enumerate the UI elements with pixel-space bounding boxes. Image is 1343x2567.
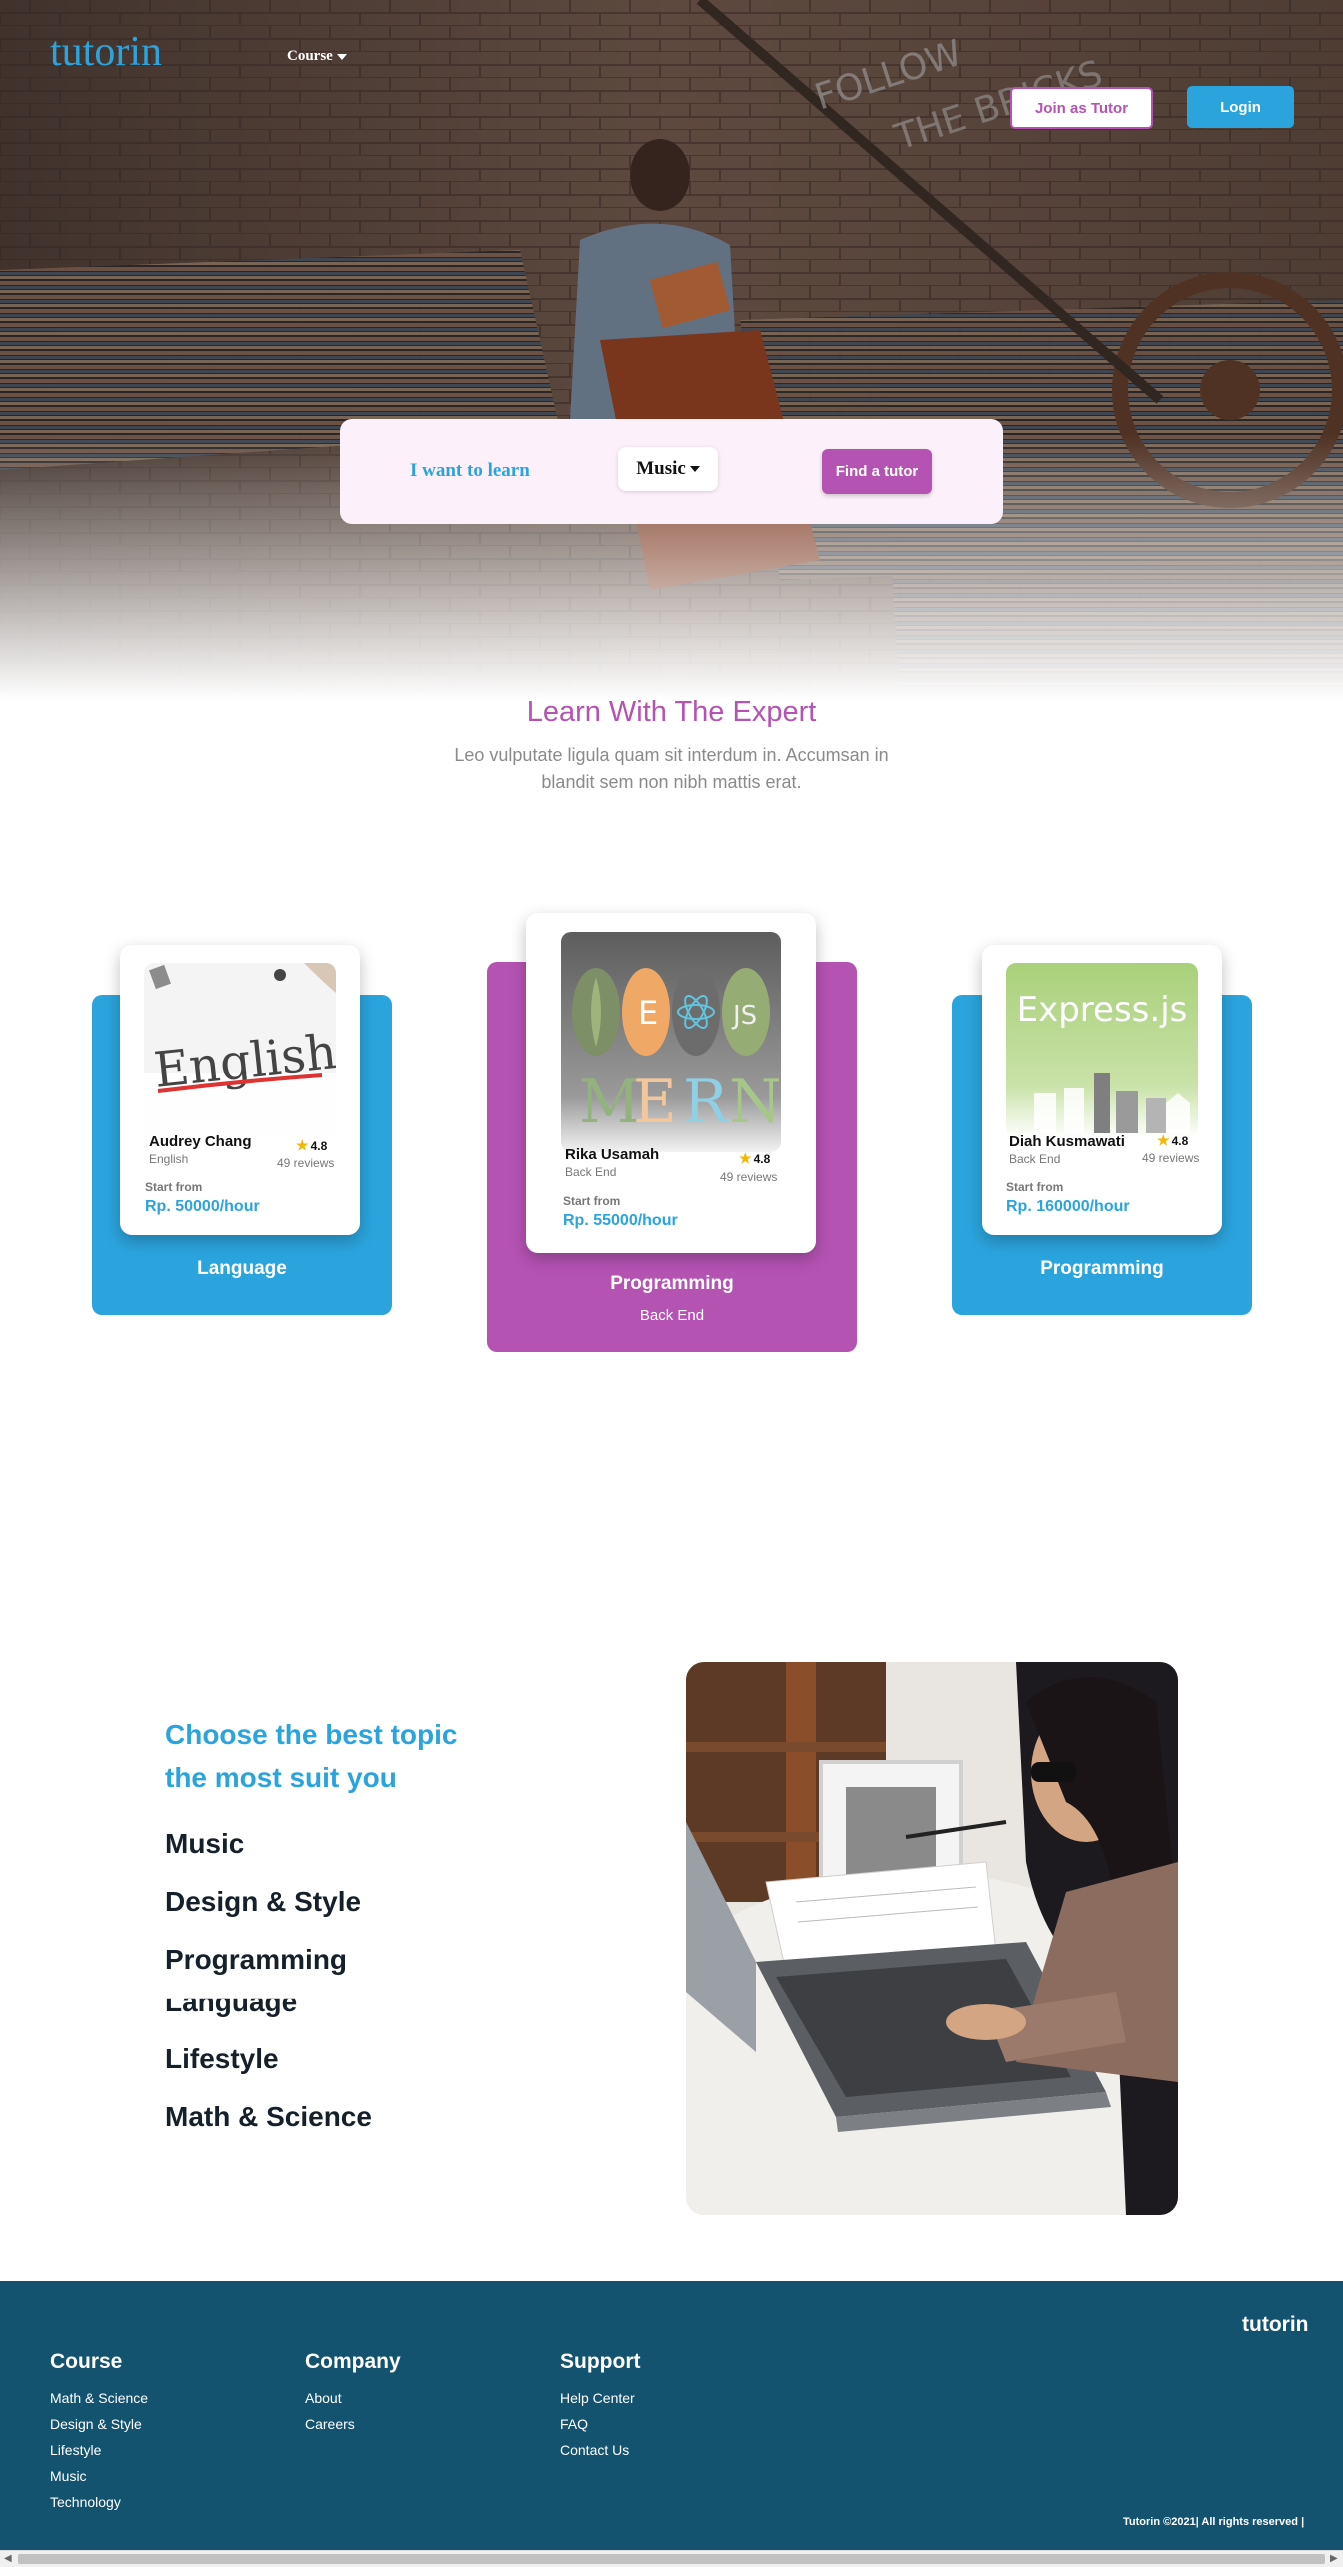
tutor-rating: ★ 4.8 xyxy=(739,1150,770,1167)
horizontal-scrollbar[interactable]: ◀ ▶ xyxy=(0,2550,1343,2567)
topic-item-design-style[interactable]: Design & Style xyxy=(165,1886,361,1918)
star-icon: ★ xyxy=(739,1150,752,1166)
tutor-card[interactable]: Express.js Diah Kusmawati Back End ★ 4.8 … xyxy=(982,945,1222,1235)
review-count: 49 reviews xyxy=(277,1156,335,1170)
footer-heading-course: Course xyxy=(50,2350,123,2373)
footer-link[interactable]: Math & Science xyxy=(50,2390,148,2406)
rating-value: 4.8 xyxy=(310,1139,328,1153)
tutor-name: Audrey Chang xyxy=(149,1133,252,1150)
price-label: Start from xyxy=(145,1180,203,1194)
review-count: 49 reviews xyxy=(720,1170,778,1184)
hero-section: FOLLOW THE BRICKS tutorin Course Join as… xyxy=(0,0,1343,700)
footer-link[interactable]: FAQ xyxy=(560,2416,588,2432)
search-panel: I want to learn Music Find a tutor xyxy=(340,419,1003,524)
section-title: Learn With The Expert xyxy=(526,696,817,728)
topic-item-programming[interactable]: Programming xyxy=(165,1944,347,1976)
category-label: Programming xyxy=(610,1273,734,1294)
review-count: 49 reviews xyxy=(1142,1151,1200,1165)
section-subtitle: Leo vulputate ligula quam sit interdum i… xyxy=(454,745,889,792)
svg-text:Express.js: Express.js xyxy=(1017,990,1188,1030)
price-value: Rp. 50000/hour xyxy=(145,1198,260,1215)
english-course-image: English xyxy=(144,963,336,1138)
footer-heading-support: Support xyxy=(560,2350,641,2373)
price-label: Start from xyxy=(563,1194,621,1208)
footer: tutorin Course Math & Science Design & S… xyxy=(0,2281,1343,2550)
footer-link[interactable]: Design & Style xyxy=(50,2416,142,2432)
search-label: I want to learn xyxy=(410,460,530,481)
copyright-text: Tutorin ©2021| All rights reserved | xyxy=(1123,2516,1305,2528)
footer-link[interactable]: About xyxy=(305,2390,342,2406)
subject-select-value: Music xyxy=(636,458,686,479)
footer-brand-logo[interactable]: tutorin xyxy=(1242,2313,1308,2337)
svg-text:JS: JS xyxy=(731,1001,757,1031)
expressjs-course-image: Express.js xyxy=(1006,963,1198,1138)
svg-text:M: M xyxy=(579,1067,640,1137)
category-sublabel: Back End xyxy=(639,1307,705,1324)
rating-value: 4.8 xyxy=(753,1152,771,1166)
star-icon: ★ xyxy=(296,1137,309,1153)
footer-link[interactable]: Technology xyxy=(50,2494,121,2510)
brand-logo[interactable]: tutorin xyxy=(50,28,162,76)
tutor-card[interactable]: E JS M E R N Rika Usamah Back End ★ 4.8 4… xyxy=(526,913,816,1253)
find-tutor-button[interactable]: Find a tutor xyxy=(822,449,932,494)
category-label: Programming xyxy=(1040,1258,1164,1279)
topic-item-language[interactable]: Language xyxy=(165,1999,297,2018)
join-as-tutor-button[interactable]: Join as Tutor xyxy=(1010,87,1153,129)
tutor-subject: Back End xyxy=(565,1165,617,1179)
chevron-down-icon xyxy=(336,53,347,60)
tutor-subject: Back End xyxy=(1009,1152,1061,1166)
price-label: Start from xyxy=(1006,1180,1064,1194)
tutor-rating: ★ 4.8 xyxy=(296,1137,327,1154)
price-value: Rp. 160000/hour xyxy=(1006,1198,1130,1215)
course-dropdown-label: Course xyxy=(287,48,333,64)
category-label: Language xyxy=(197,1258,287,1279)
footer-link[interactable]: Help Center xyxy=(560,2390,635,2406)
price-value: Rp. 55000/hour xyxy=(563,1212,678,1229)
topic-item-lifestyle[interactable]: Lifestyle xyxy=(165,2043,279,2075)
star-icon: ★ xyxy=(1157,1132,1170,1148)
scroll-right-arrow-icon[interactable]: ▶ xyxy=(1330,2553,1338,2564)
scrollbar-thumb[interactable] xyxy=(18,2554,1325,2564)
topic-item-math-science[interactable]: Math & Science xyxy=(165,2101,372,2133)
tutor-name: Diah Kusmawati xyxy=(1009,1133,1125,1150)
topic-item-music[interactable]: Music xyxy=(165,1828,244,1860)
student-laptop-photo xyxy=(686,1662,1178,2215)
footer-link[interactable]: Lifestyle xyxy=(50,2442,101,2458)
footer-heading-company: Company xyxy=(305,2350,401,2373)
tutor-name: Rika Usamah xyxy=(565,1146,660,1163)
rating-value: 4.8 xyxy=(1171,1134,1189,1148)
footer-link[interactable]: Music xyxy=(50,2468,87,2484)
mern-course-image: E JS M E R N xyxy=(561,932,781,1152)
tutor-rating: ★ 4.8 xyxy=(1157,1132,1188,1149)
login-button[interactable]: Login xyxy=(1187,86,1294,128)
course-dropdown[interactable]: Course xyxy=(287,48,347,65)
tutor-subject: English xyxy=(149,1152,189,1166)
svg-text:E: E xyxy=(638,994,658,1032)
svg-text:N: N xyxy=(729,1067,781,1137)
navbar: tutorin Course Join as Tutor Login xyxy=(0,0,1343,129)
footer-link[interactable]: Careers xyxy=(305,2416,355,2432)
chevron-down-icon xyxy=(689,466,700,472)
tutor-card[interactable]: English Audrey Chang English ★ 4.8 49 rev… xyxy=(120,945,360,1235)
svg-text:R: R xyxy=(683,1067,730,1137)
footer-link[interactable]: Contact Us xyxy=(560,2442,629,2458)
subject-select[interactable]: Music xyxy=(618,447,718,491)
topics-heading: Choose the best topic the most suit you xyxy=(165,1719,458,1793)
scroll-left-arrow-icon[interactable]: ◀ xyxy=(4,2553,12,2564)
svg-text:E: E xyxy=(633,1067,677,1137)
